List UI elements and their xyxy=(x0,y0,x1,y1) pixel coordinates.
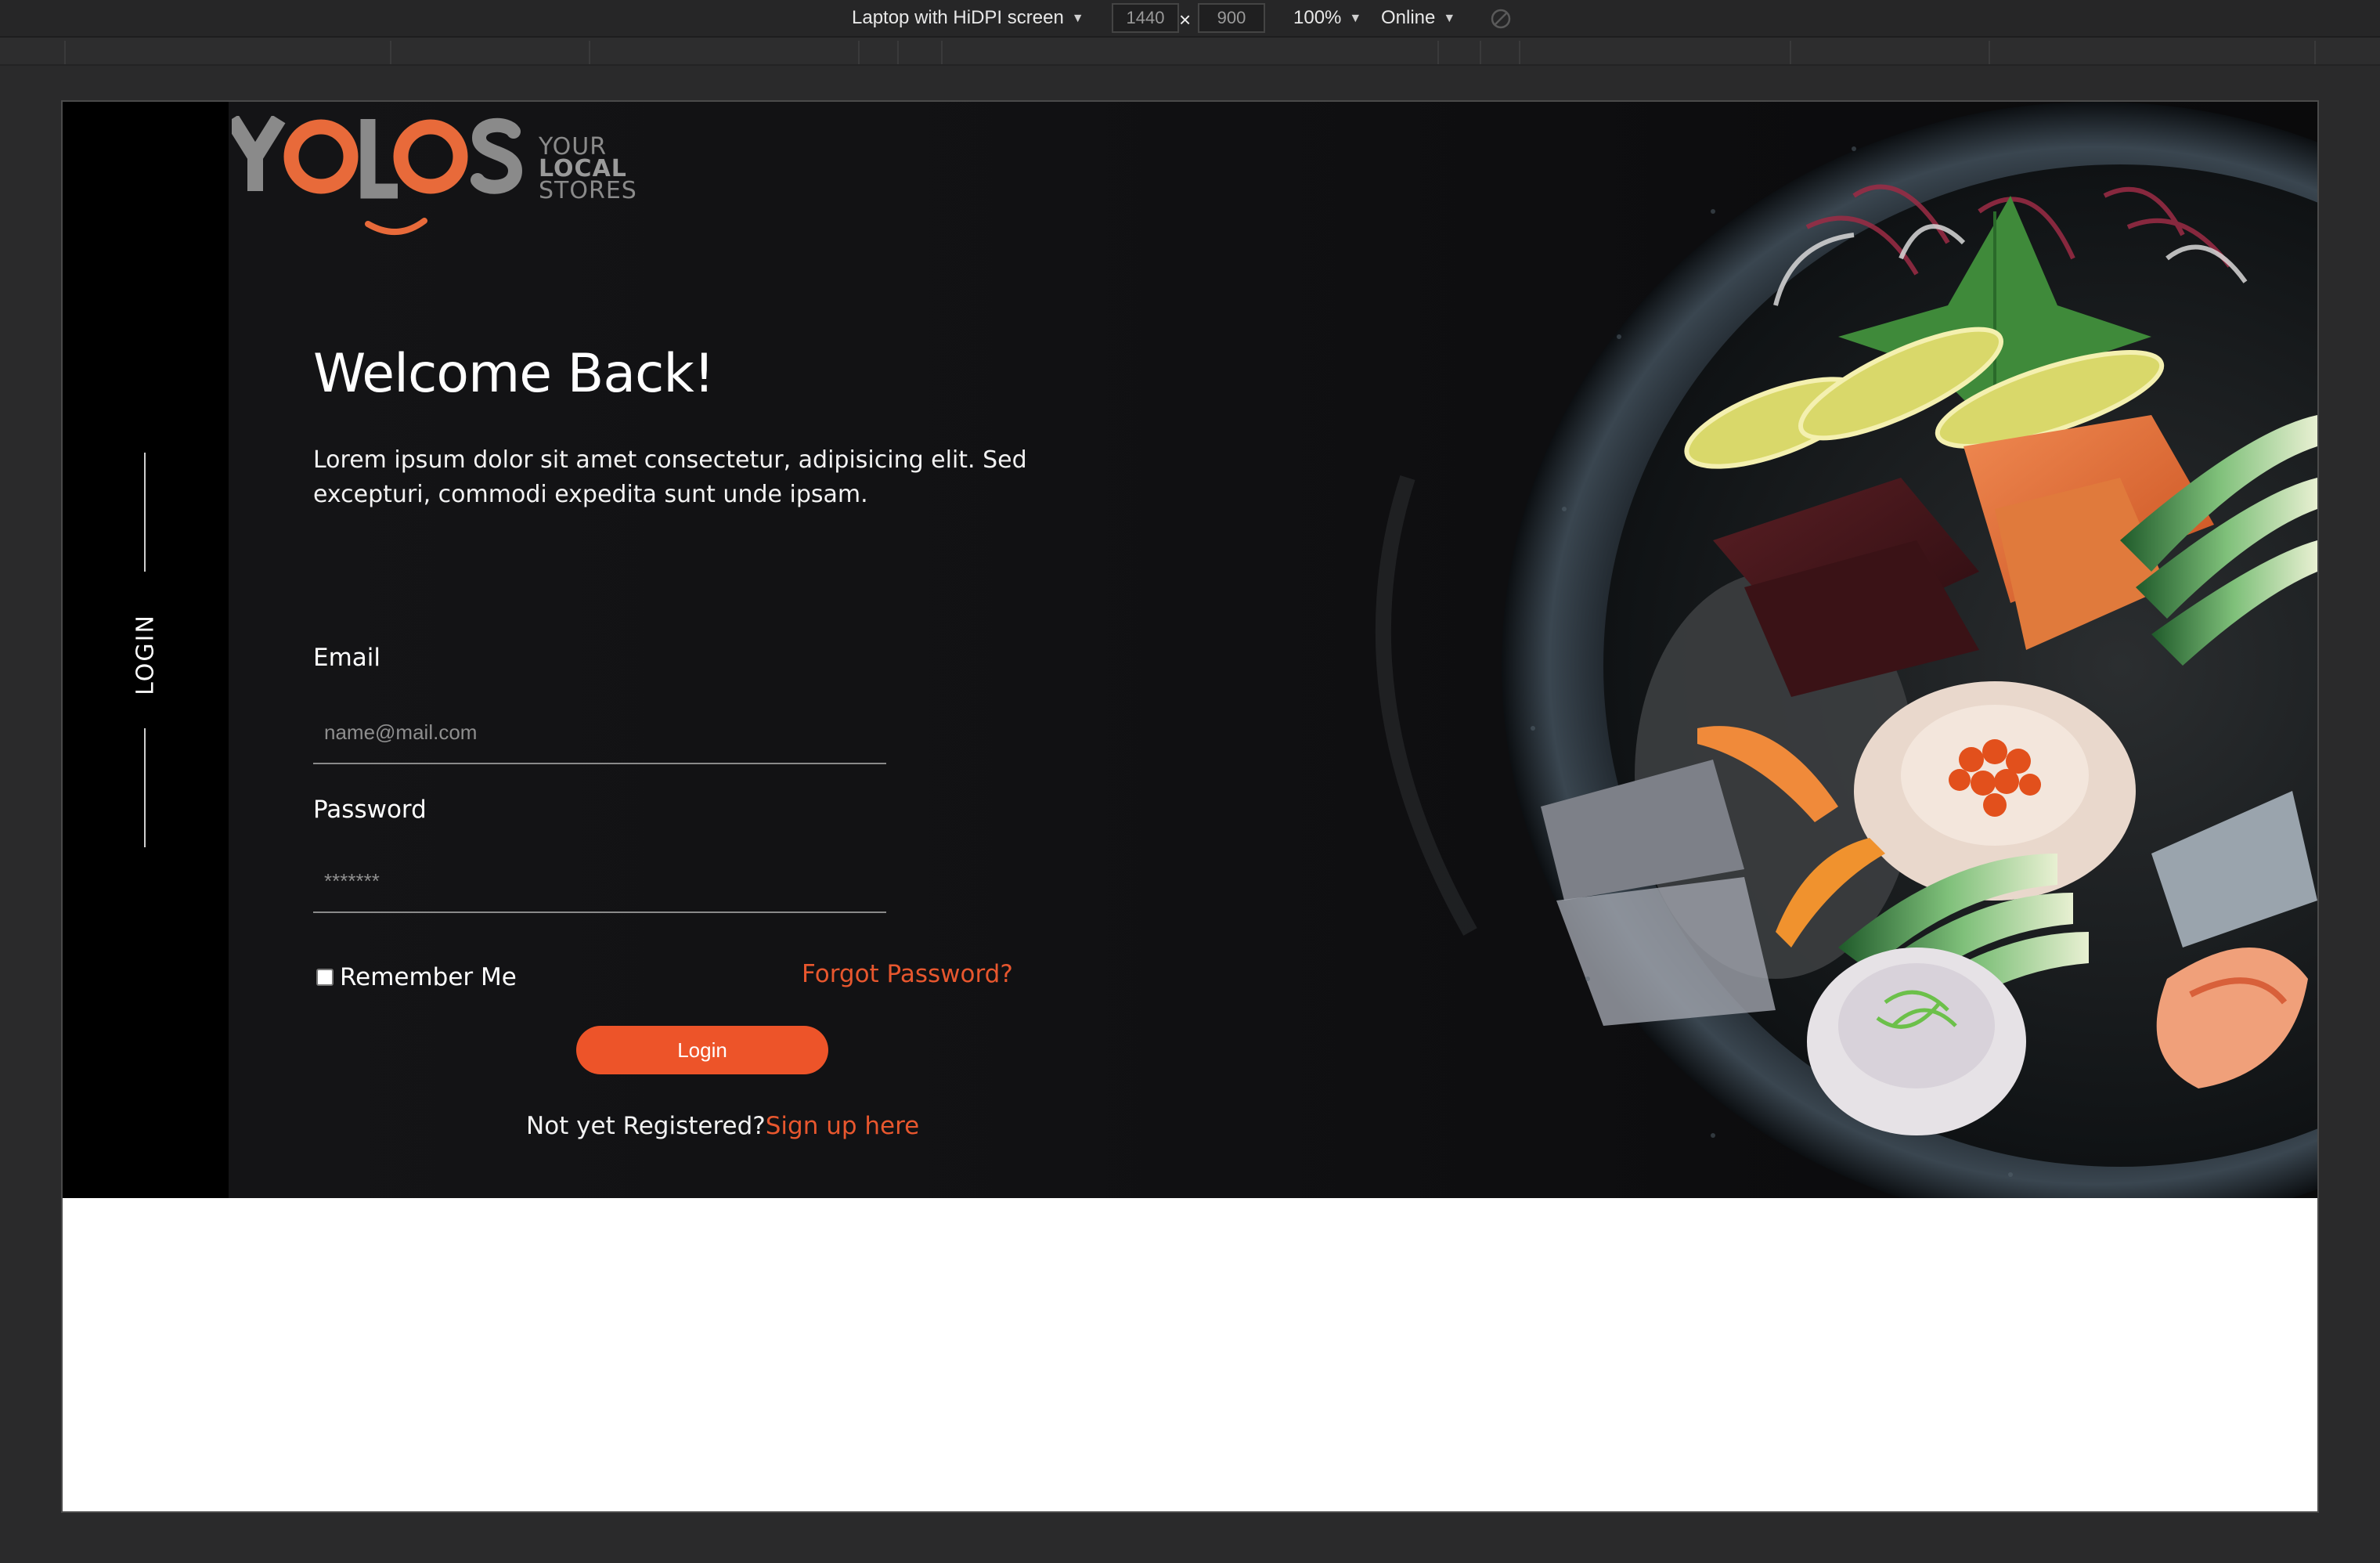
password-label: Password xyxy=(313,796,427,824)
remember-me-checkbox[interactable] xyxy=(316,969,334,986)
device-toolbar: Laptop with HiDPI screen ▼ 1440 × 900 100… xyxy=(0,0,2380,38)
chevron-down-icon: ▼ xyxy=(1071,12,1084,25)
dimension-separator: × xyxy=(1179,8,1192,31)
ruler-tick xyxy=(2314,41,2316,64)
device-viewport: LOGIN YOUR LOCAL STORES Welcome Back! Lo… xyxy=(61,100,2319,1513)
network-select[interactable]: Online ▼ xyxy=(1381,0,1455,36)
ruler-tick xyxy=(941,41,943,64)
remember-me-label: Remember Me xyxy=(340,963,517,991)
sidebar-login-label: LOGIN xyxy=(132,614,160,695)
ruler-tick xyxy=(1790,41,1791,64)
forgot-password-link[interactable]: Forgot Password? xyxy=(802,960,1013,988)
media-query-ruler xyxy=(0,38,2380,66)
yolos-logo[interactable]: YOUR LOCAL STORES xyxy=(225,114,639,249)
rotate-icon[interactable] xyxy=(1489,7,1513,31)
signup-prompt: Not yet Registered?Sign up here xyxy=(526,1112,919,1140)
ruler-tick xyxy=(1437,41,1439,64)
sidebar: LOGIN xyxy=(63,102,229,1198)
device-select[interactable]: Laptop with HiDPI screen ▼ xyxy=(852,0,1084,36)
welcome-heading: Welcome Back! xyxy=(313,343,715,405)
chevron-down-icon: ▼ xyxy=(1443,12,1456,25)
email-field[interactable] xyxy=(313,702,886,764)
network-select-label: Online xyxy=(1381,7,1436,28)
login-button[interactable]: Login xyxy=(576,1026,828,1074)
welcome-description: Lorem ipsum dolor sit amet consectetur, … xyxy=(313,446,1027,508)
remember-me[interactable]: Remember Me xyxy=(316,963,517,991)
ruler-tick xyxy=(589,41,590,64)
zoom-select-label: 100% xyxy=(1293,7,1342,28)
ruler-tick xyxy=(1480,41,1481,64)
ruler-tick xyxy=(897,41,899,64)
ruler-tick xyxy=(64,41,66,64)
password-field[interactable] xyxy=(313,850,886,913)
signup-link[interactable]: Sign up here xyxy=(766,1112,920,1140)
login-main: YOUR LOCAL STORES Welcome Back! Lorem ip… xyxy=(225,102,2317,1198)
ruler-tick xyxy=(1989,41,1990,64)
sidebar-divider-bottom xyxy=(144,728,146,847)
sidebar-divider-top xyxy=(144,453,146,572)
sushi-bowl-image xyxy=(1375,102,2317,1198)
width-input[interactable]: 1440 xyxy=(1112,3,1179,33)
email-label: Email xyxy=(313,644,381,672)
chevron-down-icon: ▼ xyxy=(1349,12,1362,25)
login-hero: LOGIN YOUR LOCAL STORES Welcome Back! Lo… xyxy=(63,102,2317,1198)
logo-tagline: YOUR LOCAL STORES xyxy=(539,135,637,204)
ruler-tick xyxy=(1519,41,1520,64)
ruler-tick xyxy=(390,41,391,64)
height-input[interactable]: 900 xyxy=(1198,3,1265,33)
tagline-line-3: STORES xyxy=(539,177,637,204)
ruler-tick xyxy=(858,41,860,64)
device-select-label: Laptop with HiDPI screen xyxy=(852,7,1064,28)
zoom-select[interactable]: 100% ▼ xyxy=(1293,0,1361,36)
signup-question: Not yet Registered? xyxy=(526,1112,766,1140)
